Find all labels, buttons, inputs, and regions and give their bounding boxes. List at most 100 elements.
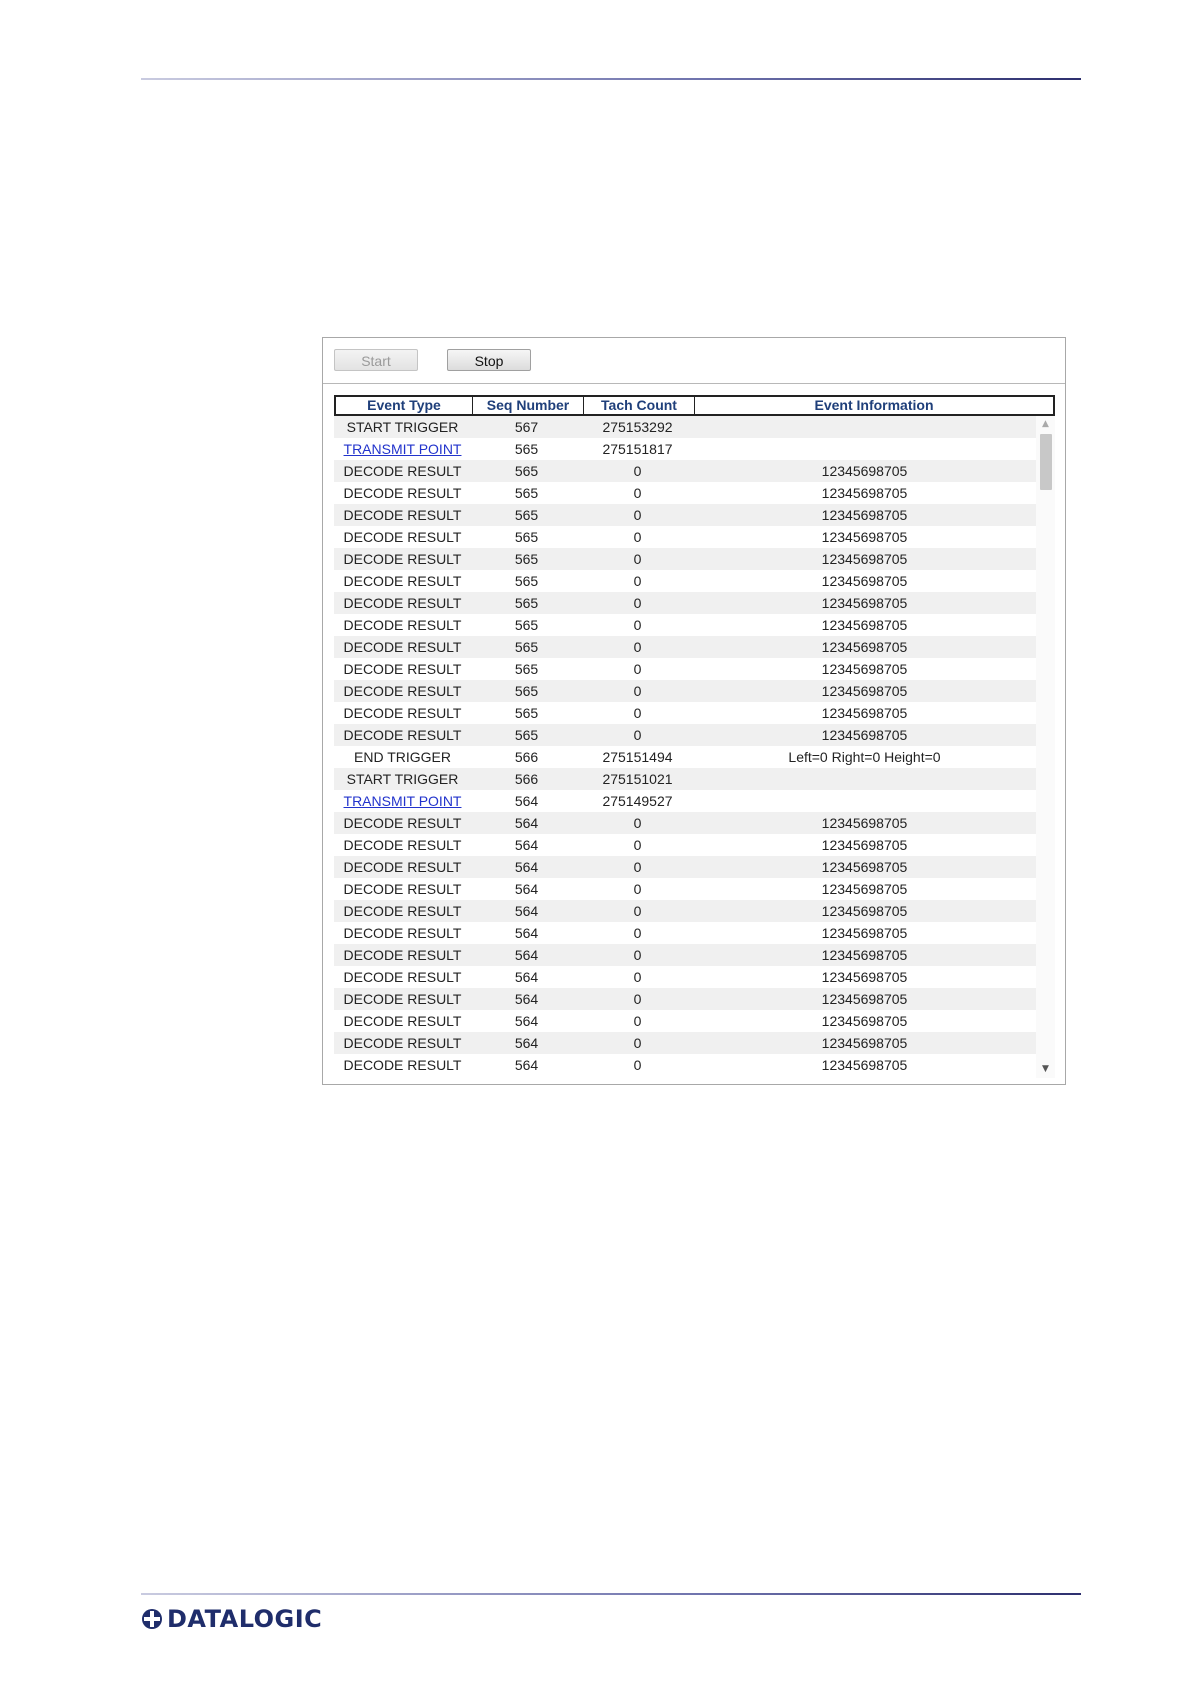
cell-event-type: DECODE RESULT xyxy=(343,947,462,963)
cell-tach-count: 0 xyxy=(633,639,642,655)
cell-event-type: DECODE RESULT xyxy=(343,991,462,1007)
table-row[interactable]: DECODE RESULT 565 0 12345698705 xyxy=(334,504,1036,526)
cell-event-type: DECODE RESULT xyxy=(343,617,462,633)
table-row[interactable]: DECODE RESULT 564 0 12345698705 xyxy=(334,834,1036,856)
cell-tach-count: 0 xyxy=(633,925,642,941)
scroll-down-arrow-icon[interactable]: ▼ xyxy=(1036,1061,1055,1078)
cell-tach-count: 0 xyxy=(633,947,642,963)
cell-event-type: DECODE RESULT xyxy=(343,727,462,743)
table-row[interactable]: DECODE RESULT 564 0 12345698705 xyxy=(334,1032,1036,1054)
cell-event-type: DECODE RESULT xyxy=(343,639,462,655)
table-row[interactable]: DECODE RESULT 564 0 12345698705 xyxy=(334,944,1036,966)
table-row[interactable]: DECODE RESULT 565 0 12345698705 xyxy=(334,570,1036,592)
table-row[interactable]: DECODE RESULT 565 0 12345698705 xyxy=(334,614,1036,636)
table-row[interactable]: DECODE RESULT 565 0 12345698705 xyxy=(334,460,1036,482)
table-row[interactable]: DECODE RESULT 565 0 12345698705 xyxy=(334,548,1036,570)
cell-event-type: TRANSMIT POINT xyxy=(334,790,471,812)
table-row[interactable]: START TRIGGER 567 275153292 xyxy=(334,416,1036,438)
table-row[interactable]: DECODE RESULT 565 0 12345698705 xyxy=(334,680,1036,702)
cell-event-type: DECODE RESULT xyxy=(343,969,462,985)
cell-event-information: 12345698705 xyxy=(821,485,908,501)
column-header-event-type[interactable]: Event Type xyxy=(336,397,473,414)
stop-button[interactable]: Stop xyxy=(447,349,531,371)
table-row[interactable]: DECODE RESULT 565 0 12345698705 xyxy=(334,658,1036,680)
cell-event-information: 12345698705 xyxy=(821,595,908,611)
table-row[interactable]: TRANSMIT POINT 565 275151817 xyxy=(334,438,1036,460)
table-row[interactable]: DECODE RESULT 565 0 12345698705 xyxy=(334,482,1036,504)
cell-tach-count: 0 xyxy=(633,859,642,875)
cell-seq-number: 565 xyxy=(514,617,539,633)
cell-tach-count: 0 xyxy=(633,683,642,699)
cell-seq-number: 566 xyxy=(514,749,539,765)
table-body[interactable]: START TRIGGER 567 275153292 TRANSMIT POINT 5… xyxy=(334,416,1036,1078)
start-button[interactable]: Start xyxy=(334,349,418,371)
cell-tach-count: 0 xyxy=(633,485,642,501)
table-row[interactable]: TRANSMIT POINT 564 275149527 xyxy=(334,790,1036,812)
cell-event-information: 12345698705 xyxy=(821,529,908,545)
cell-seq-number: 564 xyxy=(514,947,539,963)
table-row[interactable]: END TRIGGER 566 275151494 Left=0 Right=0 He… xyxy=(334,746,1036,768)
cell-event-type: DECODE RESULT xyxy=(343,507,462,523)
cell-seq-number: 565 xyxy=(514,463,539,479)
cell-event-information: 12345698705 xyxy=(821,881,908,897)
column-header-tach-count[interactable]: Tach Count xyxy=(584,397,695,414)
scroll-up-arrow-icon[interactable]: ▲ xyxy=(1036,416,1055,433)
cell-event-type: DECODE RESULT xyxy=(343,705,462,721)
table-row[interactable]: DECODE RESULT 564 0 12345698705 xyxy=(334,922,1036,944)
vertical-scrollbar[interactable]: ▲ ▼ xyxy=(1036,416,1055,1078)
cell-seq-number: 564 xyxy=(514,881,539,897)
cell-event-type: DECODE RESULT xyxy=(343,683,462,699)
table-row[interactable]: DECODE RESULT 564 0 12345698705 xyxy=(334,900,1036,922)
table-row[interactable]: START TRIGGER 566 275151021 xyxy=(334,768,1036,790)
cell-tach-count: 0 xyxy=(633,529,642,545)
cell-seq-number: 564 xyxy=(514,1013,539,1029)
cell-seq-number: 565 xyxy=(514,595,539,611)
table-row[interactable]: DECODE RESULT 564 0 12345698705 xyxy=(334,856,1036,878)
cell-tach-count: 275151817 xyxy=(602,441,673,457)
table-row[interactable]: DECODE RESULT 565 0 12345698705 xyxy=(334,526,1036,548)
cell-event-information: 12345698705 xyxy=(821,727,908,743)
table-row[interactable]: DECODE RESULT 564 0 12345698705 xyxy=(334,878,1036,900)
cell-event-information: Left=0 Right=0 Height=0 xyxy=(788,749,941,765)
cell-seq-number: 564 xyxy=(514,1057,539,1073)
transmit-point-link[interactable]: TRANSMIT POINT xyxy=(344,441,462,457)
cell-seq-number: 565 xyxy=(514,661,539,677)
table-row[interactable]: DECODE RESULT 565 0 12345698705 xyxy=(334,724,1036,746)
cell-event-information: 12345698705 xyxy=(821,617,908,633)
cell-seq-number: 565 xyxy=(514,441,539,457)
cell-event-type: DECODE RESULT xyxy=(343,1013,462,1029)
column-header-seq-number[interactable]: Seq Number xyxy=(473,397,584,414)
table-row[interactable]: DECODE RESULT 564 0 12345698705 xyxy=(334,1054,1036,1076)
table-row[interactable]: DECODE RESULT 564 0 12345698705 xyxy=(334,988,1036,1010)
column-header-event-information[interactable]: Event Information xyxy=(695,397,1053,414)
table-row[interactable]: DECODE RESULT 564 0 12345698705 xyxy=(334,812,1036,834)
cell-event-type: START TRIGGER xyxy=(346,419,459,435)
cell-seq-number: 565 xyxy=(514,507,539,523)
cell-tach-count: 0 xyxy=(633,969,642,985)
datalogic-logo: DATALOGIC xyxy=(141,1604,322,1634)
cell-event-type: DECODE RESULT xyxy=(343,925,462,941)
cell-event-information: 12345698705 xyxy=(821,683,908,699)
cell-tach-count: 0 xyxy=(633,837,642,853)
cell-event-information: 12345698705 xyxy=(821,639,908,655)
cell-event-type: TRANSMIT POINT xyxy=(334,438,471,460)
cell-event-type: DECODE RESULT xyxy=(343,903,462,919)
toolbar: Start Stop xyxy=(323,338,1065,384)
cell-seq-number: 565 xyxy=(514,551,539,567)
cell-seq-number: 565 xyxy=(514,683,539,699)
table-row[interactable]: DECODE RESULT 565 0 12345698705 xyxy=(334,592,1036,614)
transmit-point-link[interactable]: TRANSMIT POINT xyxy=(344,793,462,809)
table-row[interactable]: DECODE RESULT 564 0 12345698705 xyxy=(334,1010,1036,1032)
cell-tach-count: 0 xyxy=(633,815,642,831)
cell-seq-number: 565 xyxy=(514,485,539,501)
cell-event-type: DECODE RESULT xyxy=(343,463,462,479)
cell-event-information xyxy=(693,438,1036,460)
cell-tach-count: 0 xyxy=(633,661,642,677)
cell-event-information: 12345698705 xyxy=(821,551,908,567)
cell-event-information: 12345698705 xyxy=(821,507,908,523)
table-row[interactable]: DECODE RESULT 565 0 12345698705 xyxy=(334,636,1036,658)
table-row[interactable]: DECODE RESULT 564 0 12345698705 xyxy=(334,966,1036,988)
table-row[interactable]: DECODE RESULT 565 0 12345698705 xyxy=(334,702,1036,724)
scrollbar-thumb[interactable] xyxy=(1040,434,1052,490)
cell-seq-number: 565 xyxy=(514,727,539,743)
